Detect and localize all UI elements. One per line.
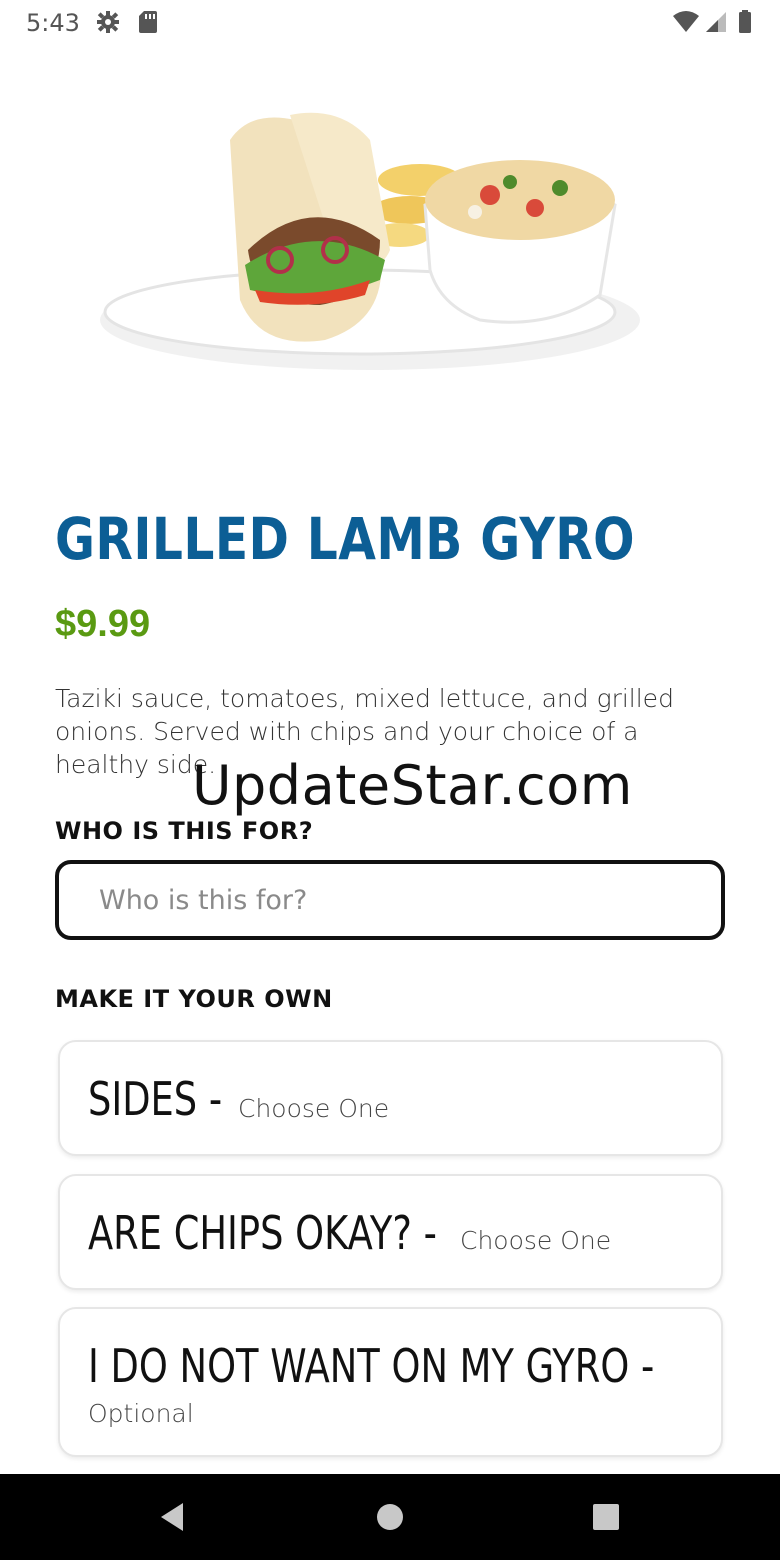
navigation-bar [0,1474,780,1560]
option-subtitle: Choose One [460,1226,612,1255]
sdcard-icon [139,11,157,33]
back-icon [161,1503,183,1531]
option-subtitle: Choose One [238,1094,390,1123]
food-image [100,112,640,370]
status-time: 5:43 [26,9,80,37]
chips-option-card[interactable]: ARE CHIPS OKAY? - Choose One [58,1174,723,1290]
battery-icon [739,10,751,33]
recents-icon [593,1504,619,1530]
item-price: $9.99 [55,603,151,645]
home-button[interactable] [350,1474,430,1560]
option-title: ARE CHIPS OKAY? - [88,1206,437,1260]
gear-icon [97,11,119,33]
recents-button[interactable] [566,1474,646,1560]
option-title: SIDES - [88,1072,223,1126]
option-subtitle: Optional [88,1399,194,1428]
status-bar: 5:43 [0,0,780,44]
who-input[interactable] [55,860,725,940]
exclusions-option-card[interactable]: I DO NOT WANT ON MY GYRO - Optional [58,1307,723,1457]
home-icon [377,1504,403,1530]
item-title: GRILLED LAMB GYRO [55,505,636,573]
who-label: WHO IS THIS FOR? [55,817,314,845]
watermark: UpdateStar.com [192,754,633,817]
sides-option-card[interactable]: SIDES - Choose One [58,1040,723,1156]
wifi-icon [673,11,699,32]
make-it-your-own-label: MAKE IT YOUR OWN [55,985,333,1013]
signal-icon [706,12,726,32]
back-button[interactable] [132,1474,212,1560]
option-title: I DO NOT WANT ON MY GYRO - [88,1339,655,1393]
